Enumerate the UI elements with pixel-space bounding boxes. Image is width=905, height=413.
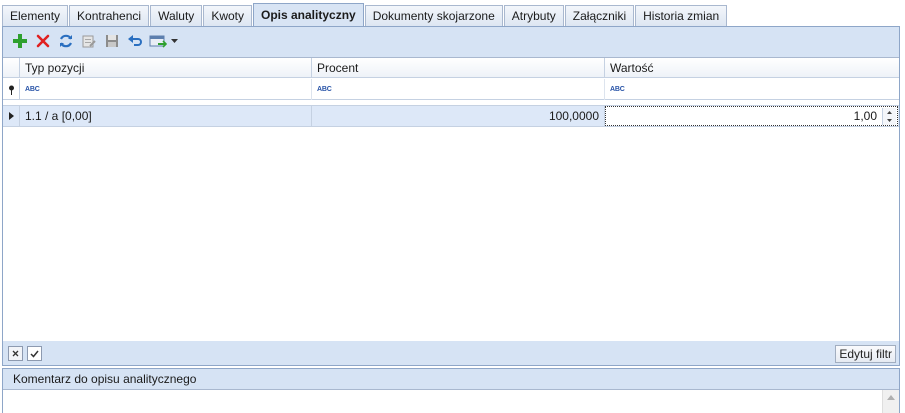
filter-row: ABC ABC ABC (3, 79, 899, 100)
tab-waluty[interactable]: Waluty (150, 5, 203, 26)
tab-atrybuty[interactable]: Atrybuty (503, 5, 564, 26)
wartosc-spinner[interactable] (882, 108, 896, 125)
delete-icon (36, 34, 49, 48)
comment-panel: Komentarz do opisu analitycznego (2, 368, 900, 413)
export-button[interactable] (146, 30, 169, 52)
edit-button[interactable] (77, 30, 100, 52)
export-icon (149, 35, 167, 48)
table-row[interactable]: 1.1 / a [0,00] 100,0000 1,00 (3, 105, 899, 127)
comment-label: Komentarz do opisu analitycznego (13, 372, 197, 386)
row-indicator (3, 106, 20, 126)
undo-icon (127, 35, 142, 46)
save-icon (105, 35, 118, 47)
text-filter-icon: ABC (25, 86, 40, 93)
export-dropdown[interactable] (169, 30, 179, 52)
comment-scrollbar[interactable] (882, 390, 899, 413)
filter-procent[interactable]: ABC (312, 79, 605, 100)
refresh-button[interactable] (54, 30, 77, 52)
column-header-typ-pozycji[interactable]: Typ pozycji (20, 58, 312, 78)
current-row-arrow-icon (8, 112, 14, 120)
comment-textarea[interactable] (3, 389, 899, 413)
scroll-up-icon[interactable] (887, 395, 895, 400)
spin-down-icon[interactable] (887, 119, 892, 123)
toolbar (3, 27, 899, 55)
text-filter-icon: ABC (610, 86, 625, 93)
tab-zalaczniki[interactable]: Załączniki (564, 5, 635, 26)
column-header-wartosc[interactable]: Wartość (605, 58, 899, 78)
analytic-grid: Typ pozycji Procent Wartość ABC ABC ABC … (3, 57, 899, 341)
spin-up-icon[interactable] (887, 110, 892, 114)
undo-button[interactable] (123, 30, 146, 52)
column-header-procent[interactable]: Procent (312, 58, 605, 78)
add-button[interactable] (8, 30, 31, 52)
cell-procent[interactable]: 100,0000 (312, 106, 605, 126)
checkmark-icon (30, 350, 39, 358)
text-filter-icon: ABC (317, 86, 332, 93)
cell-typ-pozycji[interactable]: 1.1 / a [0,00] (20, 106, 312, 126)
grid-header: Typ pozycji Procent Wartość (3, 58, 899, 78)
tab-strip: Elementy Kontrahenci Waluty Kwoty Opis a… (2, 3, 728, 26)
filter-typ-pozycji[interactable]: ABC (20, 79, 312, 100)
pin-icon (8, 85, 14, 95)
row-selector-header (3, 58, 20, 78)
wartosc-value: 1,00 (853, 109, 877, 123)
filter-wartosc[interactable]: ABC (605, 79, 899, 100)
tab-opis-analityczny[interactable]: Opis analityczny (253, 3, 364, 26)
delete-button[interactable] (31, 30, 54, 52)
tab-dokumenty-skojarzone[interactable]: Dokumenty skojarzone (364, 5, 503, 26)
tab-kontrahenci[interactable]: Kontrahenci (69, 5, 150, 26)
close-icon (12, 350, 19, 357)
edit-icon (82, 35, 96, 48)
clear-filter-button[interactable] (8, 346, 23, 361)
analytic-description-panel: Typ pozycji Procent Wartość ABC ABC ABC … (2, 26, 900, 366)
filter-enabled-checkbox[interactable] (27, 346, 42, 361)
grid-footer: Edytuj filtr (3, 341, 899, 365)
tab-elementy[interactable]: Elementy (2, 5, 69, 26)
wartosc-editor[interactable]: 1,00 (605, 106, 898, 126)
tab-historia-zmian[interactable]: Historia zmian (635, 5, 728, 26)
add-icon (12, 34, 27, 48)
filter-row-selector (3, 79, 20, 100)
chevron-down-icon (170, 39, 178, 43)
save-button[interactable] (100, 30, 123, 52)
refresh-icon (59, 34, 72, 48)
edit-filter-button[interactable]: Edytuj filtr (835, 345, 896, 363)
tab-kwoty[interactable]: Kwoty (203, 5, 252, 26)
